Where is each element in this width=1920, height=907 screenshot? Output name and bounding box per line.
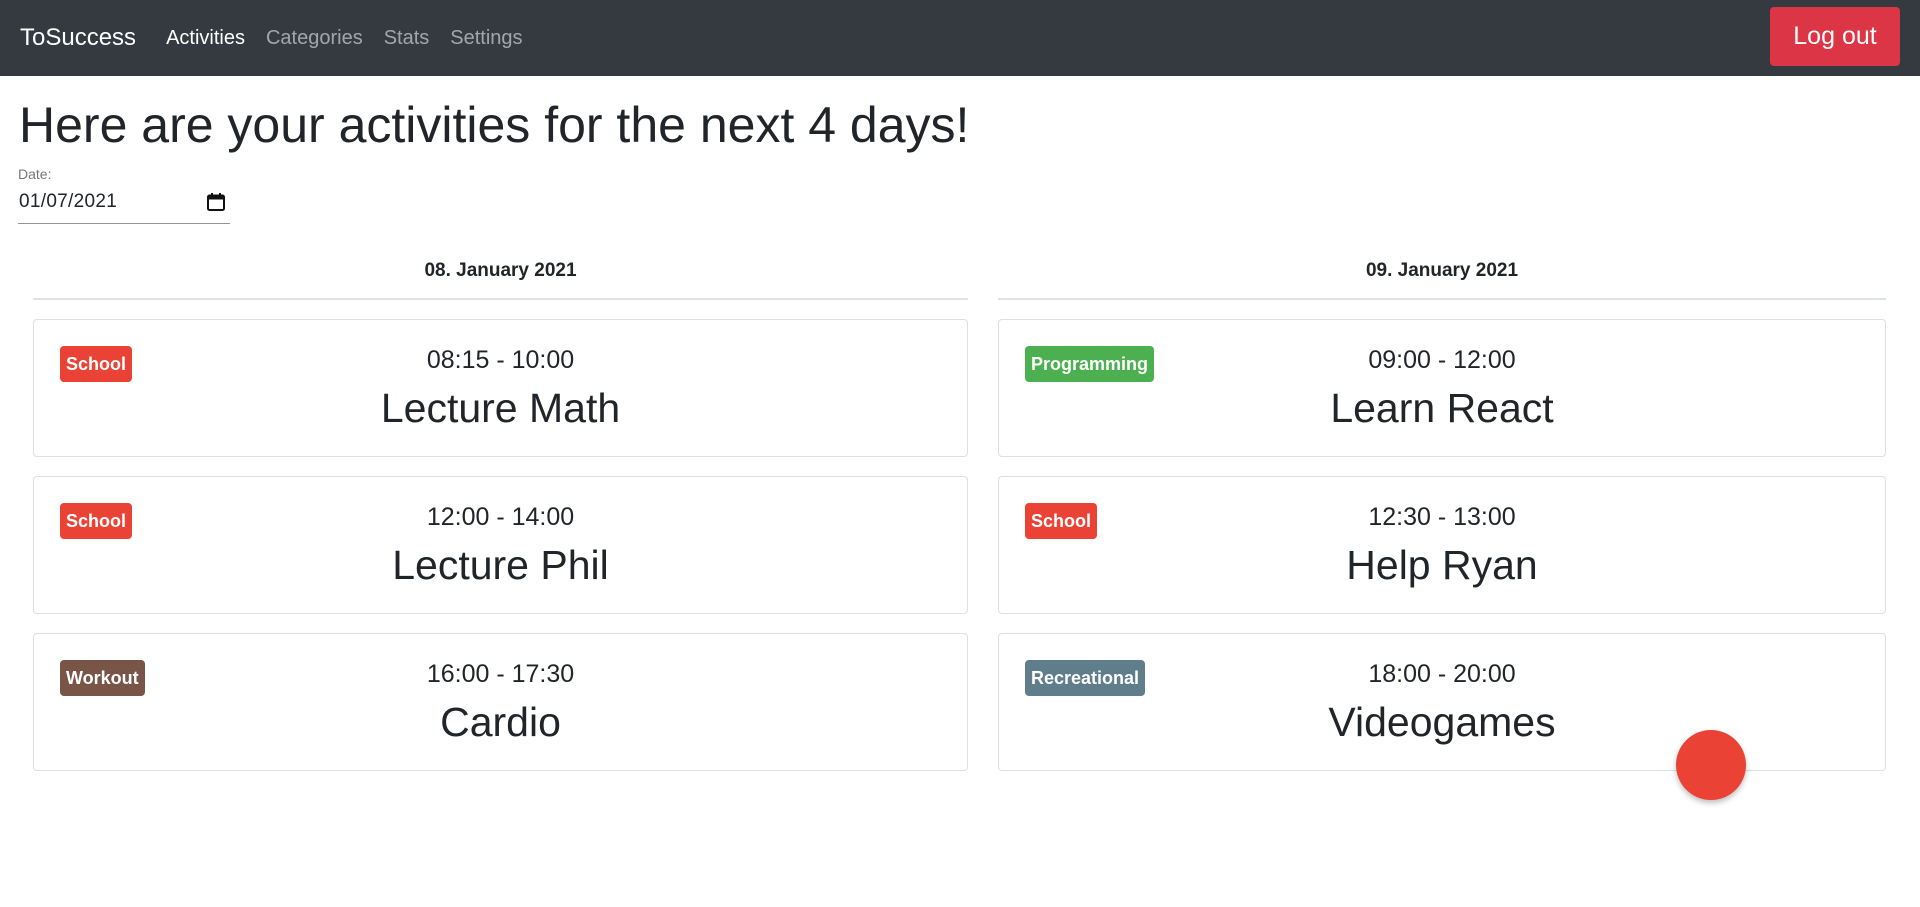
- activity-time: 09:00 - 12:00: [1368, 346, 1516, 374]
- date-input[interactable]: 01/07/2021: [18, 186, 230, 224]
- date-label: Date:: [18, 166, 52, 182]
- activity-card-lecture-math[interactable]: School 08:15 - 10:00 Lecture Math: [33, 319, 968, 457]
- activity-title: Videogames: [1328, 699, 1556, 745]
- activity-title: Learn React: [1330, 385, 1554, 431]
- activity-time: 16:00 - 17:30: [426, 660, 575, 688]
- activity-card-help-ryan[interactable]: School 12:30 - 13:00 Help Ryan: [998, 476, 1886, 614]
- activity-card-lecture-phil[interactable]: School 12:00 - 14:00 Lecture Phil: [33, 476, 968, 614]
- date-input-value[interactable]: 01/07/2021: [19, 191, 117, 213]
- activity-card-videogames[interactable]: Recreational 18:00 - 20:00 Videogames: [998, 633, 1886, 771]
- nav-link-settings[interactable]: Settings: [450, 27, 522, 50]
- activity-card-learn-react[interactable]: Programming 09:00 - 12:00 Learn React: [998, 319, 1886, 457]
- top-navbar: ToSuccess Activities Categories Stats Se…: [0, 0, 1920, 76]
- page-title: Here are your activities for the next 4 …: [19, 97, 970, 153]
- activity-time: 12:30 - 13:00: [1368, 503, 1516, 531]
- activity-time: 18:00 - 20:00: [1368, 660, 1516, 688]
- day-column-1: 08. January 2021 School 08:15 - 10:00 Le…: [33, 250, 968, 771]
- logout-button[interactable]: Log out: [1770, 7, 1900, 66]
- activity-title: Help Ryan: [1346, 542, 1538, 588]
- day-header: 09. January 2021: [998, 250, 1886, 300]
- day-header: 08. January 2021: [33, 250, 968, 300]
- activity-card-cardio[interactable]: Workout 16:00 - 17:30 Cardio: [33, 633, 968, 771]
- calendar-icon[interactable]: [206, 192, 226, 212]
- activity-title: Lecture Phil: [392, 542, 609, 588]
- nav-link-categories[interactable]: Categories: [266, 27, 363, 50]
- day-column-2: 09. January 2021 Programming 09:00 - 12:…: [998, 250, 1886, 771]
- add-activity-fab-button[interactable]: [1676, 730, 1746, 800]
- activity-time: 12:00 - 14:00: [426, 503, 575, 531]
- nav-link-activities[interactable]: Activities: [166, 27, 245, 50]
- activity-title: Cardio: [440, 699, 561, 745]
- activity-title: Lecture Math: [380, 385, 621, 431]
- nav-link-stats[interactable]: Stats: [384, 27, 430, 50]
- brand-logo[interactable]: ToSuccess: [20, 24, 136, 52]
- activity-time: 08:15 - 10:00: [426, 346, 575, 374]
